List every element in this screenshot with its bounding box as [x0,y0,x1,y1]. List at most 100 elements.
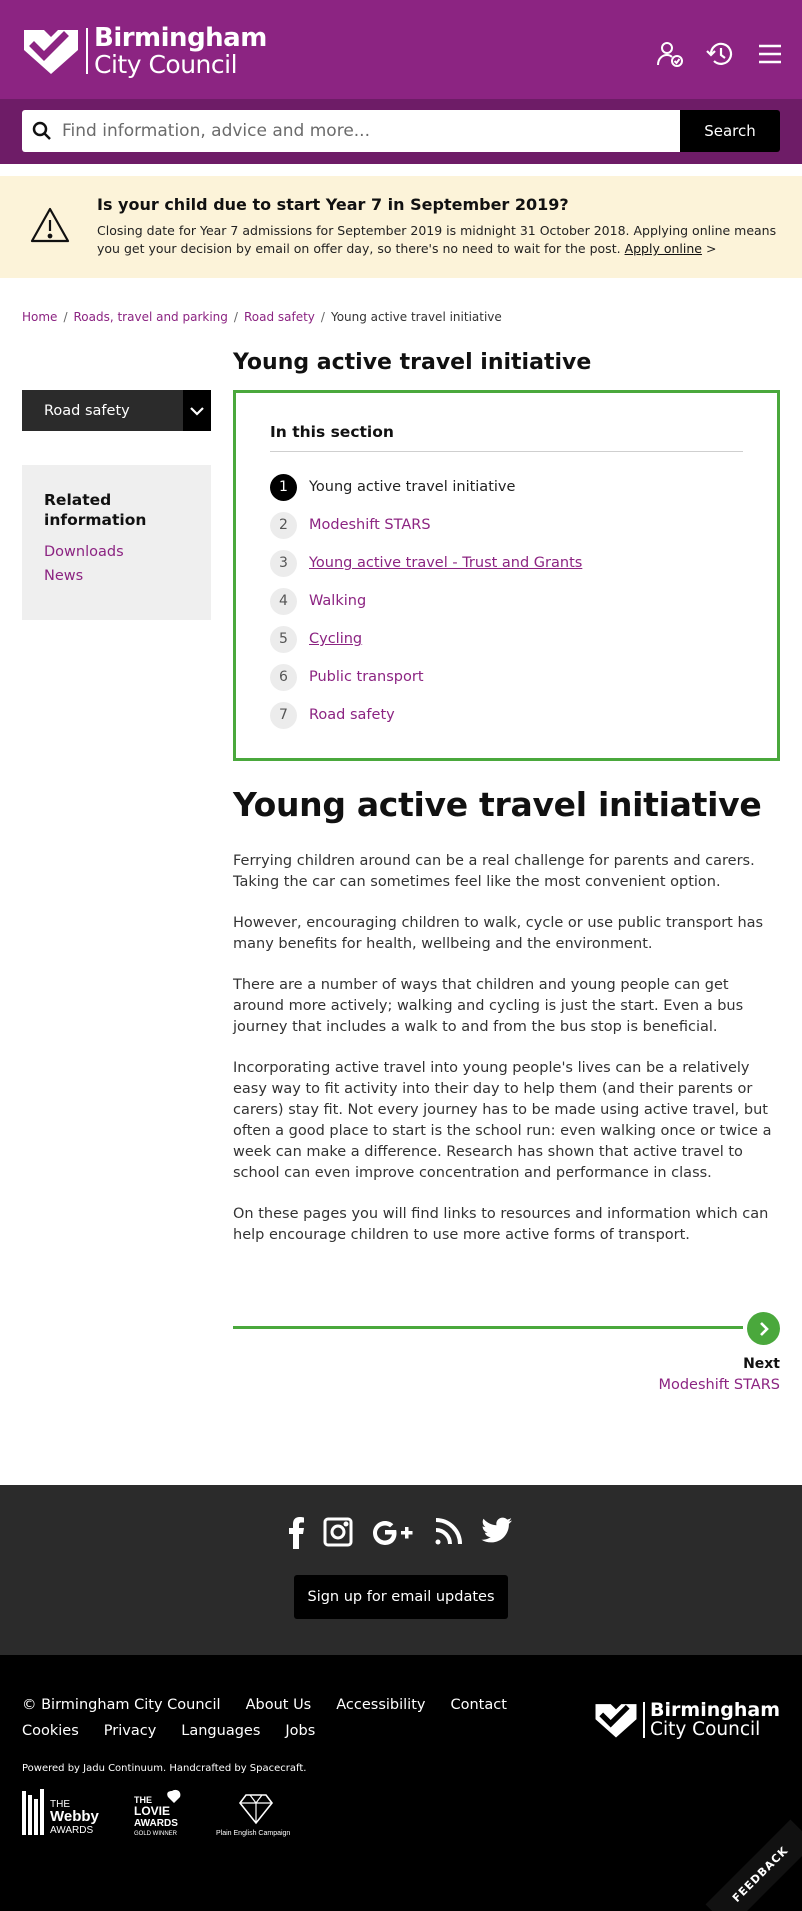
search-icon [22,110,62,152]
search-band: Search [0,99,802,164]
paragraph: Incorporating active travel into young p… [233,1060,772,1181]
feedback-label: FEEDBACK [729,1843,791,1905]
step-number: 4 [270,587,297,615]
section-nav-item[interactable]: 6 Public transport [270,658,743,696]
logo-line1: Birmingham [94,23,267,53]
alert-body: Closing date for Year 7 admissions for S… [97,222,777,258]
search-button[interactable]: Search [680,110,780,152]
article-body: Ferrying children around can be a real c… [233,851,783,1266]
breadcrumb-separator: / [63,310,68,324]
section-select-value: Road safety [44,402,130,419]
step-number: 2 [270,511,297,539]
section-nav-item[interactable]: 3 Young active travel - Trust and Grants [270,544,743,582]
related-news-link[interactable]: News [44,568,189,584]
section-nav: In this section 1 Young active travel ini… [233,390,780,761]
footer-link-languages[interactable]: Languages [181,1723,260,1739]
google-plus-icon[interactable] [371,1517,415,1549]
footer-link-accessibility[interactable]: Accessibility [336,1697,425,1713]
step-number: 5 [270,625,297,653]
footer-link-about[interactable]: About Us [246,1697,312,1713]
footer-link-contact[interactable]: Contact [450,1697,506,1713]
section-nav-link[interactable]: Modeshift STARS [309,517,431,533]
section-nav-link[interactable]: Public transport [309,669,424,685]
next-page-link[interactable]: Modeshift STARS [658,1377,780,1393]
section-nav-link[interactable]: Road safety [309,707,395,723]
account-icon[interactable] [656,40,684,68]
history-icon[interactable] [706,40,734,68]
section-nav-link[interactable]: Young active travel - Trust and Grants [309,555,582,571]
section-nav-list: 1 Young active travel initiative 2 Modeshi… [270,468,743,734]
main-heading: Young active travel initiative [233,785,762,824]
twitter-icon[interactable] [481,1517,513,1549]
page-title: Young active travel initiative [233,350,592,375]
footer-logo-line1: Birmingham [650,1699,780,1721]
site-header: Birmingham City Council [0,0,802,99]
step-number: 6 [270,663,297,691]
next-arrow-button[interactable] [747,1312,780,1345]
plain-english-campaign-logo: Plain English Campaign [216,1794,290,1837]
heart-logo-icon [24,30,78,74]
header-icons [656,40,784,68]
logo-text: Birmingham City Council [94,25,267,77]
search-input[interactable] [62,111,662,151]
step-number: 7 [270,701,297,729]
facebook-icon[interactable] [289,1517,305,1549]
webby-line2: Webby [50,1808,100,1825]
section-nav-item[interactable]: 2 Modeshift STARS [270,506,743,544]
menu-icon[interactable] [756,40,784,68]
logo-divider [643,1702,646,1739]
heart-logo-icon [595,1704,637,1738]
section-select[interactable]: Road safety [22,390,211,431]
next-divider [233,1326,743,1329]
award-logos: THE Webby AWARDS THE LOVIE AWARDS GOLD W… [22,1789,296,1837]
breadcrumb-current: Young active travel initiative [330,310,502,324]
footer-link-privacy[interactable]: Privacy [104,1723,157,1739]
section-nav-item[interactable]: 4 Walking [270,582,743,620]
webby-line3: AWARDS [50,1825,93,1836]
breadcrumb-home[interactable]: Home [22,310,57,324]
next-label: Next [743,1356,780,1372]
section-nav-link[interactable]: Walking [309,593,366,609]
footer-council-logo[interactable]: Birmingham City Council [594,1701,780,1739]
alert-title: Is your child due to start Year 7 in Sep… [97,195,569,214]
warning-icon [30,207,70,243]
logo-line2: City Council [94,50,238,79]
chevron-down-icon [183,390,211,431]
section-nav-item: 1 Young active travel initiative [270,468,743,506]
breadcrumb-road-safety[interactable]: Road safety [244,310,315,324]
footer-links: © Birmingham City Council About Us Acces… [22,1697,542,1739]
footer-top: Sign up for email updates [0,1485,802,1655]
section-nav-label: Young active travel initiative [309,479,516,495]
section-nav-link[interactable]: Cycling [309,631,362,647]
footer-logo-text: Birmingham City Council [650,1699,780,1740]
plain-english-text: Plain English Campaign [216,1830,290,1837]
footer-link-jobs[interactable]: Jobs [285,1723,315,1739]
instagram-icon[interactable] [323,1517,353,1549]
apply-online-link[interactable]: Apply online [625,241,702,256]
breadcrumb-roads[interactable]: Roads, travel and parking [73,310,227,324]
paragraph: However, encouraging children to walk, c… [233,915,764,952]
paragraph: Ferrying children around can be a real c… [233,853,755,890]
section-nav-item[interactable]: 7 Road safety [270,696,743,734]
alert-link-arrow: > [705,241,717,256]
related-title: Related information [44,491,147,529]
council-logo[interactable]: Birmingham City Council [22,25,267,77]
webby-awards-logo: THE Webby AWARDS [22,1789,100,1836]
social-links [0,1517,802,1549]
breadcrumb-separator: / [320,310,325,324]
lovie-line3: AWARDS [134,1818,178,1829]
breadcrumb: Home / Roads, travel and parking / Road safe… [22,310,502,324]
chevron-right-icon [759,1321,769,1336]
footer-link-cookies[interactable]: Cookies [22,1723,79,1739]
lovie-line2: LOVIE [134,1804,170,1818]
powered-by: Powered by Jadu Continuum. Handcrafted b… [22,1763,307,1774]
email-signup-button[interactable]: Sign up for email updates [294,1575,508,1619]
section-nav-item[interactable]: 5 Cycling [270,620,743,658]
rss-icon[interactable] [433,1517,463,1549]
alert-banner: Is your child due to start Year 7 in Sep… [0,176,802,278]
related-information: Related information Downloads News [22,465,211,620]
paragraph: There are a number of ways that children… [233,977,744,1035]
feedback-tab[interactable]: FEEDBACK [705,1819,802,1911]
related-downloads-link[interactable]: Downloads [44,544,189,560]
section-nav-title: In this section [270,423,743,452]
